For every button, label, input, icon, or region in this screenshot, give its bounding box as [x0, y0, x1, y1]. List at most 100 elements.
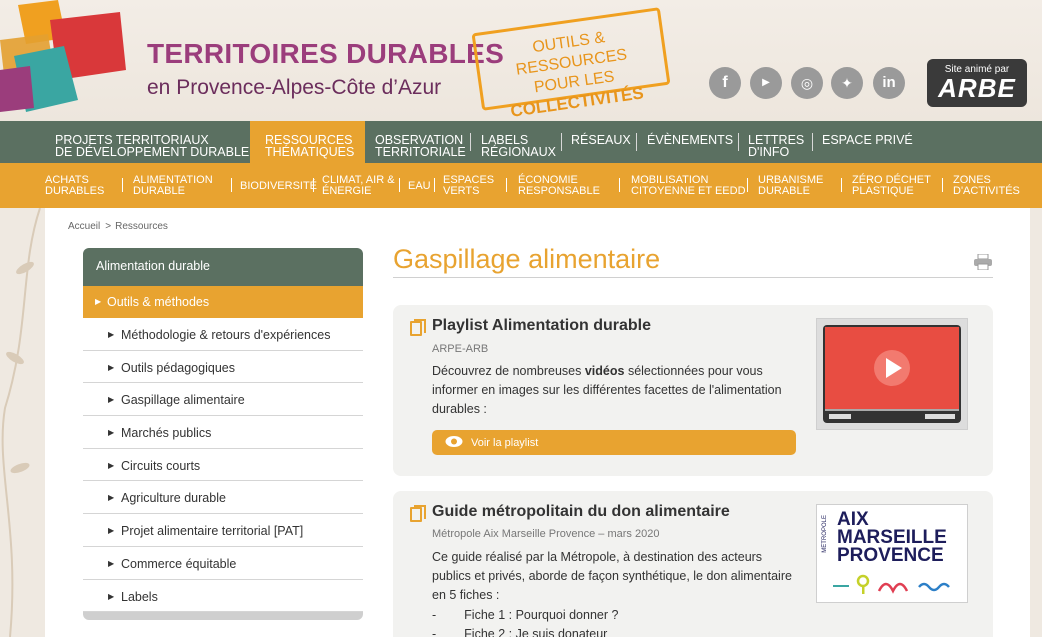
video-thumbnail[interactable] [816, 318, 968, 430]
card-title[interactable]: Guide métropolitain du don alimentaire [432, 503, 730, 521]
logo-shapes-icon[interactable] [0, 0, 130, 121]
list-text: Fiche 2 : Je suis donateur [464, 627, 608, 637]
card-description: Ce guide réalisé par la Métropole, à des… [432, 550, 792, 602]
logo-text: AIX MARSEILLE PROVENCE [837, 510, 947, 565]
sidebar-item[interactable]: ▶ Gaspillage alimentaire [83, 383, 363, 417]
caret-right-icon: ▶ [108, 428, 115, 438]
site-title[interactable]: TERRITOIRES DURABLES [147, 38, 504, 70]
nav-evenements[interactable]: ÉVÈNEMENTS [647, 121, 733, 163]
list-dash: - [432, 608, 437, 622]
subnav-urbanisme-durable[interactable]: URBANISME DURABLE [758, 163, 823, 208]
breadcrumb-current[interactable]: Ressources [115, 221, 168, 232]
breadcrumb-home[interactable]: Accueil [68, 221, 100, 232]
subnav-alimentation-durable[interactable]: ALIMENTATION DURABLE [133, 163, 213, 208]
sidebar-item-outils-methodes[interactable]: ▶ Outils & méthodes [83, 286, 363, 318]
subnav-zones-activites[interactable]: ZONES D'ACTIVITÉS [953, 163, 1020, 208]
sidebar: Alimentation durable ▶ Outils & méthodes… [83, 248, 363, 621]
subnav-label-line2: CITOYENNE ET EEDD [631, 185, 746, 197]
page-title: Gaspillage alimentaire [393, 244, 661, 274]
sidebar-item[interactable]: ▶ Outils pédagogiques [83, 350, 363, 384]
card-list-item: - Fiche 1 : Pourquoi donner ? [432, 606, 797, 625]
subnav-divider [942, 178, 943, 192]
sidebar-item[interactable]: ▶ Circuits courts [83, 448, 363, 482]
subnav-divider [122, 178, 123, 192]
caret-right-icon: ▶ [95, 297, 102, 306]
subnav-label-line1: BIODIVERSITÉ [240, 180, 318, 192]
subnav-label-line2: ÉNERGIE [322, 185, 372, 197]
sidebar-item-label: Commerce équitable [121, 556, 237, 571]
sidebar-item[interactable]: ▶ Projet alimentaire territorial [PAT] [83, 514, 363, 547]
print-icon[interactable] [974, 254, 992, 270]
metropole-logo-thumbnail[interactable]: MÉTROPOLE AIX MARSEILLE PROVENCE [816, 504, 968, 603]
caret-right-icon: ▶ [108, 493, 115, 503]
breadcrumb: Accueil > Ressources [68, 221, 168, 232]
instagram-icon[interactable]: ◎ [791, 67, 823, 99]
facebook-icon[interactable]: f [709, 67, 741, 99]
nav-projets-territoriaux[interactable]: PROJETS TERRITORIAUX DE DÉVELOPPEMENT DUR… [55, 121, 249, 163]
caret-right-icon: ▶ [108, 558, 115, 568]
nav-reseaux[interactable]: RÉSEAUX [571, 121, 631, 163]
title-divider [393, 277, 993, 278]
subnav-climat-air-energie[interactable]: CLIMAT, AIR & ÉNERGIE [322, 163, 395, 208]
nav-divider [470, 133, 471, 151]
subnav-label-line2: VERTS [443, 185, 480, 197]
main-navigation: PROJETS TERRITORIAUX DE DÉVELOPPEMENT DUR… [0, 121, 1042, 163]
linkedin-icon[interactable]: in [873, 67, 905, 99]
list-text: Fiche 1 : Pourquoi donner ? [464, 608, 619, 622]
sidebar-item[interactable]: ▶ Méthodologie & retours d'expériences [83, 318, 363, 351]
subnav-biodiversite[interactable]: BIODIVERSITÉ [240, 163, 317, 208]
nav-label-line2: RÉGIONAUX [481, 145, 557, 159]
sidebar-item[interactable]: ▶ Commerce équitable [83, 546, 363, 580]
twitter-icon[interactable]: ✦ [831, 67, 863, 99]
subnav-divider [841, 178, 842, 192]
sidebar-item[interactable]: ▶ Labels [83, 579, 363, 613]
card-text-part: Découvrez de nombreuses [432, 364, 585, 378]
subnav-label-line2: DURABLE [133, 185, 185, 197]
subnav-label-line2: PLASTIQUE [852, 185, 914, 197]
subnav-divider [399, 178, 400, 192]
caret-right-icon: ▶ [108, 591, 115, 601]
resource-card: Playlist Alimentation durable ARPE-ARB D… [393, 305, 993, 476]
eye-icon [445, 436, 463, 447]
caret-right-icon: ▶ [108, 330, 115, 339]
list-dash: - [432, 627, 437, 637]
subnav-espaces-verts[interactable]: ESPACES VERTS [443, 163, 494, 208]
breadcrumb-separator: > [105, 221, 112, 232]
card-description: Découvrez de nombreuses vidéos sélection… [432, 362, 797, 419]
subnav-divider [313, 178, 314, 192]
sidebar-item-label: Projet alimentaire territorial [PAT] [121, 524, 304, 539]
subnav-divider [747, 178, 748, 192]
caret-right-icon: ▶ [108, 395, 115, 405]
card-source: Métropole Aix Marseille Provence – mars … [432, 528, 660, 540]
nav-divider [812, 133, 813, 151]
site-header: TERRITOIRES DURABLES en Provence-Alpes-C… [0, 0, 1042, 121]
subnav-economie-responsable[interactable]: ÉCONOMIE RESPONSABLE [518, 163, 600, 208]
nav-divider [561, 133, 562, 151]
subnav-eau[interactable]: EAU [408, 163, 431, 208]
nav-ressources-thematiques[interactable]: RESSOURCES THÉMATIQUES [250, 121, 365, 163]
sidebar-heading[interactable]: Alimentation durable [83, 248, 363, 286]
tools-resources-stamp: OUTILS & RESSOURCES POUR LES COLLECTIVIT… [471, 7, 671, 121]
sidebar-item-label: Agriculture durable [121, 491, 226, 506]
subnav-label-line2: D'ACTIVITÉS [953, 185, 1020, 197]
subnav-divider [231, 178, 232, 192]
subnav-zero-dechet-plastique[interactable]: ZÉRO DÉCHET PLASTIQUE [852, 163, 931, 208]
arbe-logo[interactable]: Site animé par ARBE [927, 59, 1027, 107]
thematic-subnavigation: ACHATS DURABLES ALIMENTATION DURABLE BIODI… [0, 163, 1042, 208]
nav-espace-prive[interactable]: ESPACE PRIVÉ [822, 121, 913, 163]
sidebar-item[interactable]: ▶ Marchés publics [83, 416, 363, 449]
youtube-icon[interactable]: ▶ [750, 67, 782, 99]
logo-waves-icon [833, 574, 950, 594]
subnav-divider [619, 178, 620, 192]
nav-labels-regionaux[interactable]: LABELS RÉGIONAUX [481, 121, 556, 163]
subnav-achats-durables[interactable]: ACHATS DURABLES [45, 163, 104, 208]
subnav-mobilisation-citoyenne[interactable]: MOBILISATION CITOYENNE ET EEDD [631, 163, 746, 208]
view-playlist-button[interactable]: Voir la playlist [432, 430, 796, 455]
sidebar-footer [83, 612, 363, 621]
card-title[interactable]: Playlist Alimentation durable [432, 317, 651, 335]
nav-observation-territoriale[interactable]: OBSERVATION TERRITORIALE [375, 121, 466, 163]
nav-lettres-info[interactable]: LETTRES D'INFO [748, 121, 804, 163]
sidebar-item[interactable]: ▶ Agriculture durable [83, 481, 363, 515]
nav-label-line1: RÉSEAUX [571, 133, 631, 147]
sidebar-item-label: Méthodologie & retours d'expériences [121, 328, 331, 342]
